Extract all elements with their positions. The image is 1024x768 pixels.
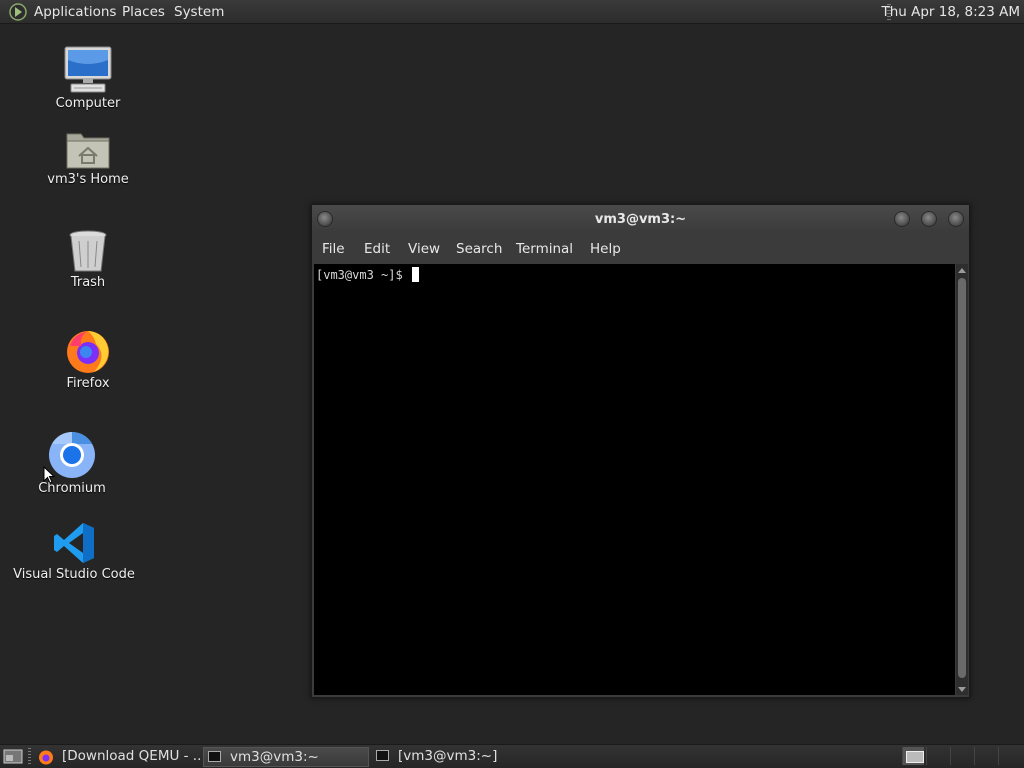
prompt-text: [vm3@vm3 ~]$ [316, 268, 410, 282]
workspace-1[interactable] [902, 747, 924, 765]
bottom-panel: [Download QEMU - ... vm3@vm3:~ [vm3@vm3:… [0, 744, 1024, 768]
desktop-icon-label: Chromium [38, 481, 106, 496]
taskbar-item-label: [Download QEMU - ... [62, 748, 201, 764]
desktop-icon-label: Trash [70, 275, 106, 290]
maximize-button[interactable] [921, 211, 937, 227]
window-title: vm3@vm3:~ [594, 212, 687, 227]
desktop-icon-label: vm3's Home [47, 172, 129, 187]
close-button[interactable] [948, 211, 964, 227]
chromium-icon [49, 432, 95, 478]
taskbar-item-firefox[interactable]: [Download QEMU - ... [35, 747, 201, 767]
home-folder-icon [66, 133, 110, 169]
desktop-icon-trash[interactable]: Trash [23, 229, 153, 290]
window-titlebar[interactable]: vm3@vm3:~ [312, 205, 969, 234]
taskbar-item-terminal-active[interactable]: vm3@vm3:~ [203, 747, 369, 767]
desktop-icon-computer[interactable]: Computer [23, 46, 153, 111]
terminal-icon [376, 750, 389, 761]
desktop-icon-vscode[interactable]: Visual Studio Code [9, 521, 139, 582]
taskbar-item-terminal[interactable]: [vm3@vm3:~] [371, 747, 537, 767]
panel-handle [28, 748, 31, 766]
system-menu[interactable]: System [174, 4, 224, 20]
scroll-thumb[interactable] [958, 278, 966, 678]
desktop-icon-label: Firefox [66, 376, 110, 391]
desktop-icon-home[interactable]: vm3's Home [23, 128, 153, 187]
show-desktop-icon[interactable] [3, 749, 23, 764]
taskbar-item-label: vm3@vm3:~ [230, 749, 319, 765]
terminal-window[interactable]: vm3@vm3:~ File Edit View Search Terminal… [311, 204, 970, 698]
trash-icon [69, 230, 107, 272]
workspace-4[interactable] [974, 747, 996, 765]
menu-view[interactable]: View [408, 241, 440, 257]
scroll-down-arrow-icon[interactable] [958, 687, 966, 692]
places-menu[interactable]: Places [122, 4, 165, 20]
desktop-icon-label: Computer [55, 96, 121, 111]
minimize-button[interactable] [894, 211, 910, 227]
taskbar-item-label: [vm3@vm3:~] [398, 748, 498, 764]
vscode-icon [54, 523, 94, 563]
scroll-up-arrow-icon[interactable] [958, 268, 966, 273]
workspace-2[interactable] [926, 747, 948, 765]
menu-help[interactable]: Help [590, 241, 621, 257]
applications-menu[interactable]: Applications [34, 4, 116, 20]
menu-edit[interactable]: Edit [364, 241, 390, 257]
firefox-icon [39, 750, 53, 765]
terminal-scrollbar[interactable] [956, 264, 968, 695]
desktop-icon-firefox[interactable]: Firefox [23, 326, 153, 391]
shell-prompt: [vm3@vm3 ~]$ [316, 267, 419, 282]
mouse-pointer-icon [43, 466, 55, 484]
firefox-icon [67, 331, 109, 373]
terminal-icon [208, 751, 221, 762]
text-cursor [411, 267, 419, 282]
computer-icon [64, 46, 112, 93]
terminal-menubar: File Edit View Search Terminal Help [312, 234, 969, 264]
desktop-icon-label: Visual Studio Code [13, 567, 135, 582]
menu-terminal[interactable]: Terminal [516, 241, 573, 257]
top-panel: Applications Places System Thu Apr 18, 8… [0, 0, 1024, 24]
desktop-icon-chromium[interactable]: Chromium [7, 431, 137, 496]
trash-applet[interactable] [998, 747, 1022, 765]
distro-logo-icon[interactable] [9, 3, 27, 21]
clock[interactable]: Thu Apr 18, 8:23 AM [881, 4, 1020, 20]
workspace-3[interactable] [950, 747, 972, 765]
menu-search[interactable]: Search [456, 241, 502, 257]
terminal-output[interactable]: [vm3@vm3 ~]$ [314, 264, 955, 695]
menu-file[interactable]: File [322, 241, 345, 257]
